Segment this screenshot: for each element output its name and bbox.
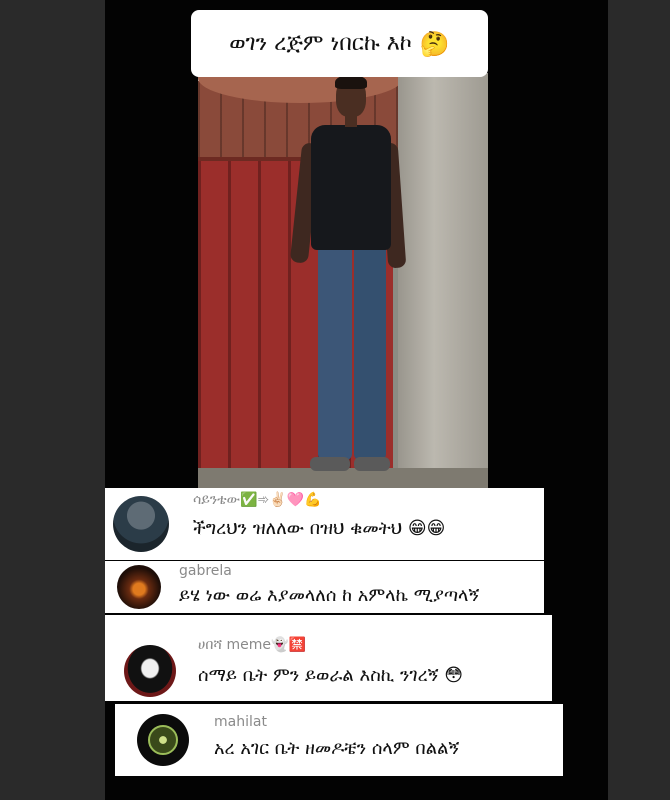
grinning-face-icon: 😁😁 xyxy=(407,518,446,539)
avatar[interactable] xyxy=(113,496,169,552)
badge-emojis: 👻🈲 xyxy=(271,637,306,653)
video-frame xyxy=(198,73,488,490)
comment-card[interactable]: ሀበሻ meme👻🈲 ሰማይ ቤት ምን ይወራል እስኪ ንገረኝ 😳 xyxy=(105,615,552,701)
right-letterbox xyxy=(608,0,670,800)
avatar[interactable] xyxy=(137,714,189,766)
caption-text: ወገን ረጅም ነበርኩ እኮ xyxy=(229,31,412,56)
comment-text: ችግረህን ዝለለው በዝህ ቁመትህ 😁😁 xyxy=(193,518,446,539)
flushed-face-icon: 😳 xyxy=(444,665,463,686)
comment-username[interactable]: ሀበሻ meme👻🈲 xyxy=(198,637,306,653)
avatar[interactable] xyxy=(124,645,176,697)
person-shirt xyxy=(311,125,391,250)
badge-emojis: ✅➾✌🏻🩷💪 xyxy=(240,492,322,508)
comment-username[interactable]: gabrela xyxy=(179,563,232,579)
person-hair xyxy=(335,75,367,89)
comment-card[interactable]: mahilat አረ አገር ቤት ዘመዶቼን ሰላም በልልኝ xyxy=(115,704,563,776)
stone-wall xyxy=(398,73,488,490)
person-leg-right xyxy=(354,245,386,460)
ground xyxy=(198,468,488,490)
left-letterbox xyxy=(0,0,105,800)
comment-username[interactable]: mahilat xyxy=(214,714,267,730)
comment-card[interactable]: gabrela ይሄ ነው ወሬ እያመላለሰ ከ አምላኬ ሚያጣላኝ xyxy=(105,561,544,613)
caption-bubble: ወገን ረጅም ነበርኩ እኮ 🤔 xyxy=(191,10,488,77)
avatar[interactable] xyxy=(117,565,161,609)
comment-card[interactable]: ሳይንቴው✅➾✌🏻🩷💪 ችግረህን ዝለለው በዝህ ቁመትህ 😁😁 xyxy=(105,488,544,560)
comment-text: ሰማይ ቤት ምን ይወራል እስኪ ንገረኝ 😳 xyxy=(198,665,463,686)
person-shoe-left xyxy=(310,457,350,471)
comment-text: ይሄ ነው ወሬ እያመላለሰ ከ አምላኬ ሚያጣላኝ xyxy=(179,585,480,606)
emblem-icon xyxy=(148,725,178,755)
person-leg-left xyxy=(318,245,352,460)
person-shoe-right xyxy=(354,457,390,471)
thinking-face-icon: 🤔 xyxy=(419,29,450,58)
comment-username[interactable]: ሳይንቴው✅➾✌🏻🩷💪 xyxy=(193,492,322,508)
comment-text: አረ አገር ቤት ዘመዶቼን ሰላም በልልኝ xyxy=(214,738,460,759)
